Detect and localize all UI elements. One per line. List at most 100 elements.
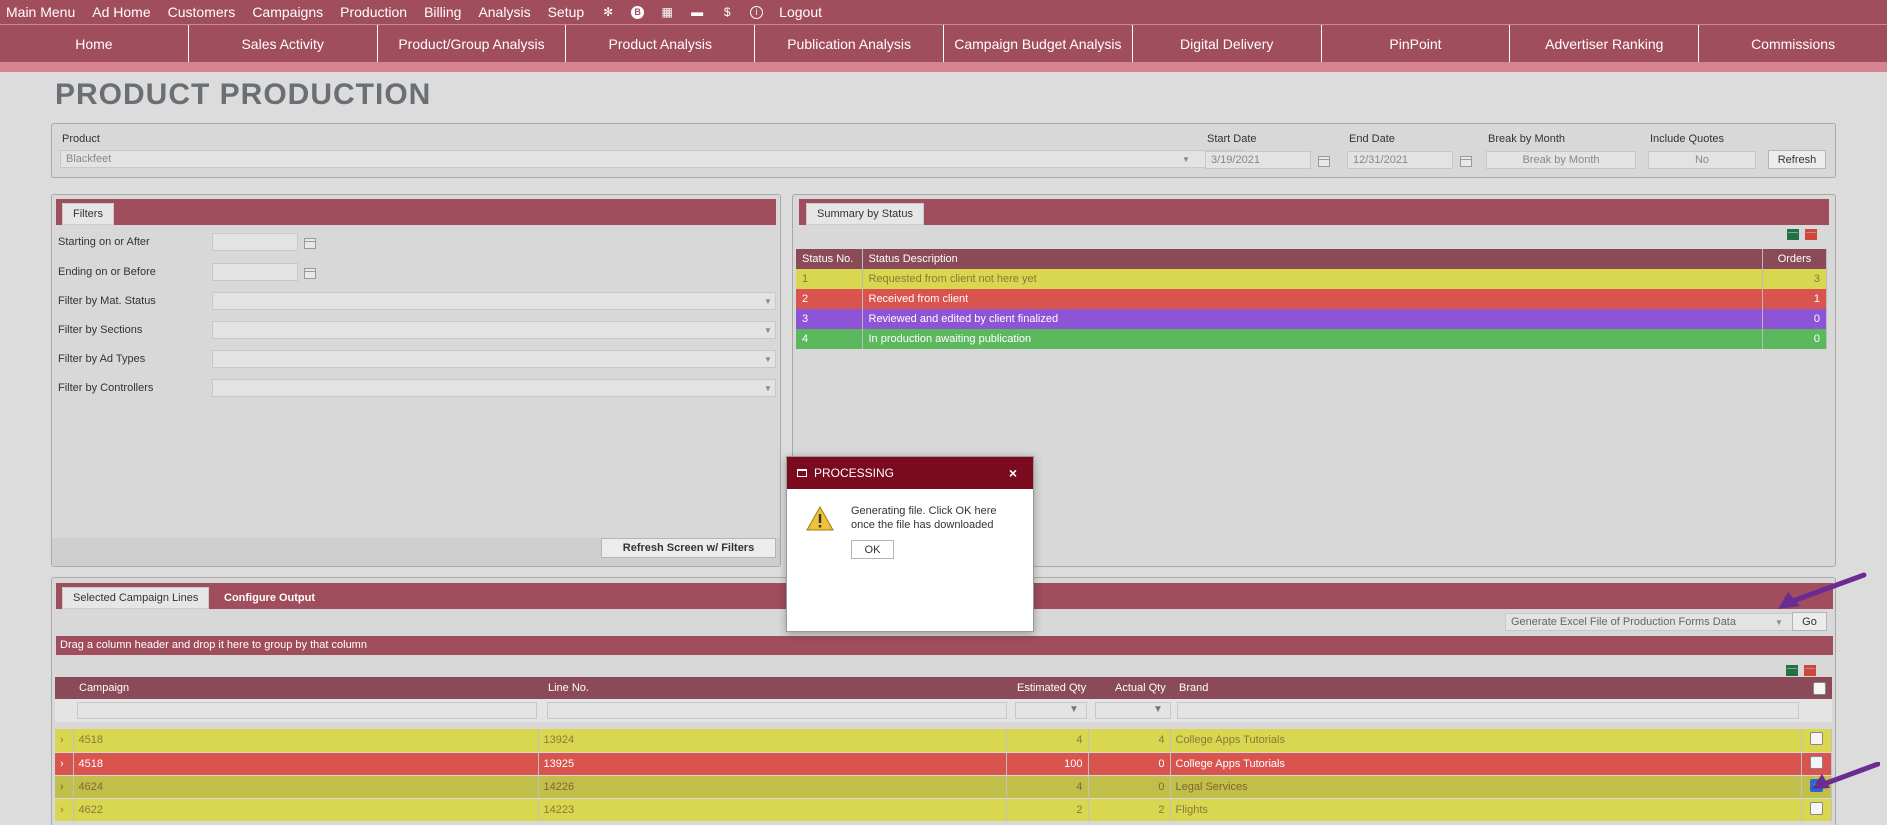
grid-icon[interactable]: ▦ [660,5,674,19]
table-row[interactable]: › 4518 13924 4 4 College Apps Tutorials [55,729,1832,753]
controllers-label: Filter by Controllers [58,382,154,394]
row-checkbox[interactable] [1810,801,1823,815]
filter-icon[interactable]: ▼ [1069,704,1079,715]
go-button[interactable]: Go [1792,612,1827,631]
cell-campaign: 4518 [73,729,539,753]
summary-header-row: Status No. Status Description Orders [796,249,1827,269]
chevron-down-icon[interactable]: ▼ [764,384,772,393]
status-no: 2 [796,289,863,309]
expand-icon[interactable]: › [55,752,74,776]
break-by-month-toggle[interactable]: Break by Month [1486,151,1636,169]
product-select[interactable]: Blackfeet [60,150,1245,168]
subnav-home[interactable]: Home [0,25,189,62]
end-date-input[interactable]: 12/31/2021 [1347,151,1453,169]
summary-row[interactable]: 4 In production awaiting publication 0 [796,329,1827,349]
starting-date-input[interactable] [212,233,298,251]
subnav-digital-delivery[interactable]: Digital Delivery [1133,25,1322,62]
cell-line-no: 14223 [538,798,1007,822]
calendar-icon[interactable] [1460,156,1472,167]
subnav-pinpoint[interactable]: PinPoint [1322,25,1511,62]
calendar-icon[interactable] [1318,156,1330,167]
col-line-no[interactable]: Line No. [548,682,589,694]
include-quotes-label: Include Quotes [1650,133,1724,145]
chevron-down-icon[interactable]: ▼ [1182,155,1190,164]
menu-campaigns[interactable]: Campaigns [252,4,323,20]
tab-summary-by-status[interactable]: Summary by Status [806,203,924,225]
col-actual-qty[interactable]: Actual Qty [1115,682,1166,694]
excel-export-icon[interactable] [1786,665,1798,676]
summary-row[interactable]: 2 Received from client 1 [796,289,1827,309]
summary-row[interactable]: 3 Reviewed and edited by client finalize… [796,309,1827,329]
col-orders[interactable]: Orders [1762,249,1827,269]
subnav-product-group-analysis[interactable]: Product/Group Analysis [378,25,567,62]
close-icon[interactable]: × [1009,465,1017,481]
sections-select[interactable] [212,321,776,339]
ad-types-select[interactable] [212,350,776,368]
refresh-filters-button[interactable]: Refresh Screen w/ Filters [601,538,776,558]
subnav-publication-analysis[interactable]: Publication Analysis [755,25,944,62]
subnav-advertiser-ranking[interactable]: Advertiser Ranking [1510,25,1700,62]
campaign-filter-input[interactable] [77,702,537,719]
chat-icon[interactable]: ▬ [690,5,704,19]
tab-configure-output[interactable]: Configure Output [214,587,325,609]
row-checkbox[interactable] [1810,732,1823,746]
calendar-icon[interactable] [304,268,316,279]
ok-button[interactable]: OK [851,540,894,559]
ending-date-input[interactable] [212,263,298,281]
col-estimated-qty[interactable]: Estimated Qty [1017,682,1086,694]
chevron-down-icon[interactable]: ▼ [764,297,772,306]
menu-ad-home[interactable]: Ad Home [92,4,150,20]
col-status-description[interactable]: Status Description [862,249,1763,269]
filter-icon[interactable]: ▼ [1153,704,1163,715]
expand-icon[interactable]: › [55,729,74,753]
menu-main-menu[interactable]: Main Menu [6,4,75,20]
tab-filters[interactable]: Filters [62,203,114,225]
menu-setup[interactable]: Setup [548,4,585,20]
cell-brand: Flights [1170,798,1802,822]
table-row[interactable]: › 4622 14223 2 2 Flights [55,798,1832,822]
controllers-select[interactable] [212,379,776,397]
excel-export-icon[interactable] [1787,229,1799,240]
col-status-no[interactable]: Status No. [796,249,863,269]
menu-billing[interactable]: Billing [424,4,461,20]
menu-logout[interactable]: Logout [779,4,822,20]
group-by-hint[interactable]: Drag a column header and drop it here to… [56,636,1833,655]
info-icon[interactable]: i [750,5,764,19]
menu-production[interactable]: Production [340,4,407,20]
refresh-button[interactable]: Refresh [1768,150,1826,169]
include-quotes-toggle[interactable]: No [1648,151,1756,169]
col-brand[interactable]: Brand [1179,682,1208,694]
select-all-checkbox[interactable] [1813,682,1826,695]
bank-icon[interactable]: B [631,5,645,19]
table-row[interactable]: › 4518 13925 100 0 College Apps Tutorial… [55,752,1832,776]
analysis-subnav: Home Sales Activity Product/Group Analys… [0,24,1887,62]
menu-analysis[interactable]: Analysis [478,4,530,20]
col-campaign[interactable]: Campaign [79,682,129,694]
pdf-export-icon[interactable] [1804,665,1816,676]
subnav-sales-activity[interactable]: Sales Activity [189,25,378,62]
menu-customers[interactable]: Customers [168,4,236,20]
mat-status-select[interactable] [212,292,776,310]
starting-label: Starting on or After [58,236,150,248]
bee-icon[interactable]: ✻ [601,5,615,19]
subnav-campaign-budget-analysis[interactable]: Campaign Budget Analysis [944,25,1133,62]
chevron-down-icon[interactable]: ▼ [764,326,772,335]
subnav-product-analysis[interactable]: Product Analysis [566,25,756,62]
chevron-down-icon[interactable]: ▼ [764,355,772,364]
expand-icon[interactable]: › [55,775,74,799]
line-filter-input[interactable] [547,702,1007,719]
summary-row[interactable]: 1 Requested from client not here yet 3 [796,269,1827,289]
dialog-message: Generating file. Click OK here once the … [851,505,997,531]
start-date-input[interactable]: 3/19/2021 [1205,151,1311,169]
table-row[interactable]: › 4624 14226 4 0 Legal Services [55,775,1832,799]
dollar-icon[interactable]: $ [720,5,734,19]
expand-icon[interactable]: › [55,798,74,822]
cell-estimated-qty: 4 [1006,729,1089,753]
brand-filter-input[interactable] [1177,702,1799,719]
chevron-down-icon[interactable]: ▼ [1775,618,1783,627]
calendar-icon[interactable] [304,238,316,249]
subnav-commissions[interactable]: Commissions [1699,25,1887,62]
output-type-select[interactable]: Generate Excel File of Production Forms … [1505,613,1793,631]
pdf-export-icon[interactable] [1805,229,1817,240]
tab-selected-campaign-lines[interactable]: Selected Campaign Lines [62,587,210,609]
